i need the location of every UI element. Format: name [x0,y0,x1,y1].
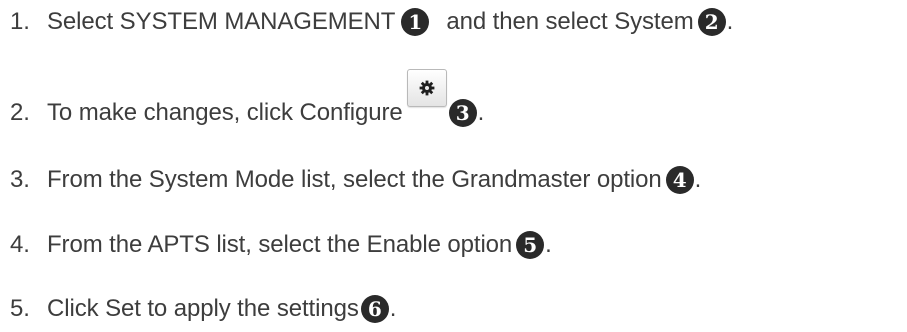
callout-marker-2: 2 [697,8,726,36]
callout-marker-6: 6 [360,295,389,323]
step-text: To make changes, click Configure [47,99,403,126]
callout-marker-3: 3 [448,99,477,127]
step-select-grandmaster: 3. From the System Mode list, select the… [10,165,701,195]
step-period: . [694,166,702,193]
step-number: 3. [10,166,30,193]
step-text: Click Set to apply the settings [47,295,359,322]
step-number: 2. [10,99,30,126]
step-period: . [726,8,734,35]
step-click-set: 5. Click Set to apply the settings 6 . [10,294,396,324]
configure-button[interactable] [406,69,447,107]
callout-marker-4: 4 [665,166,694,194]
step-text: From the APTS list, select the Enable op… [47,231,513,258]
step-text: From the System Mode list, select the Gr… [47,166,662,193]
step-number: 1. [10,8,30,35]
step-number: 5. [10,295,30,322]
step-click-configure: 2. To make changes, click Configure 3 . [10,69,485,128]
callout-marker-1: 1 [401,8,430,36]
step-period: . [389,295,397,322]
step-text-continued: and then select System [446,8,694,35]
step-period: . [477,99,485,126]
step-enable-apts: 4. From the APTS list, select the Enable… [10,230,552,260]
step-number: 4. [10,231,30,258]
gear-icon [419,80,435,96]
callout-marker-5: 5 [516,231,545,259]
step-text: Select SYSTEM MANAGEMENT [47,8,396,35]
step-period: . [545,231,552,258]
step-select-system: 1. Select SYSTEM MANAGEMENT 1 and then s… [10,7,733,37]
configure-button-wrapper [406,69,449,128]
